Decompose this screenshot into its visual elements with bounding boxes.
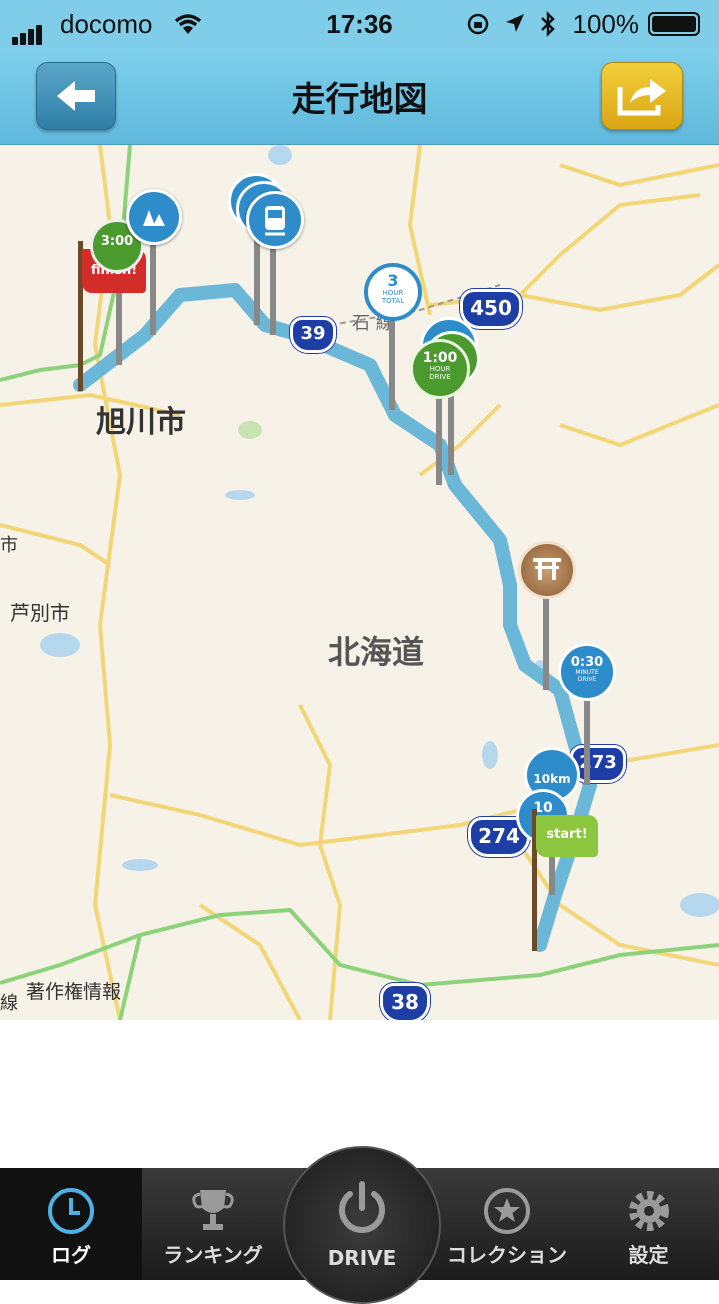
label-edge-left-2: 線 bbox=[0, 993, 18, 1014]
marker-pole bbox=[389, 315, 395, 410]
marker-3-hour-total-label: HOUR TOTAL bbox=[381, 289, 405, 305]
label-asahikawa: 旭川市 bbox=[96, 405, 186, 440]
marker-1-hour-drive[interactable]: 1:00 HOUR DRIVE bbox=[410, 339, 470, 399]
marker-1-hour-drive-label: HOUR DRIVE bbox=[429, 365, 451, 381]
marker-pole bbox=[448, 385, 454, 475]
label-copyright[interactable]: 著作権情報 bbox=[26, 977, 121, 1004]
tab-ranking-label: ランキング bbox=[163, 1243, 263, 1267]
bluetooth-icon bbox=[541, 10, 555, 38]
tab-collection[interactable]: コレクション bbox=[436, 1168, 578, 1280]
marker-sightseeing[interactable] bbox=[126, 189, 182, 245]
road-shield-450: 450 bbox=[460, 289, 522, 329]
share-arrow-icon bbox=[617, 79, 666, 116]
marker-pole bbox=[584, 695, 590, 785]
tab-log-label: ログ bbox=[51, 1243, 91, 1267]
tab-drive-label: DRIVE bbox=[327, 1246, 397, 1270]
marker-30-minute-drive-value: 0:30 bbox=[570, 655, 604, 670]
marker-pole bbox=[543, 595, 549, 690]
marker-30-minute-drive-label: MINUTE DRIVE bbox=[575, 669, 599, 683]
tab-log[interactable]: ログ bbox=[0, 1168, 142, 1280]
tab-bar: ログ ランキング DRIVE コレクション 設定 bbox=[0, 1146, 719, 1304]
tab-settings[interactable]: 設定 bbox=[578, 1168, 719, 1280]
marker-3-hour-total[interactable]: 3 HOUR TOTAL bbox=[364, 263, 422, 321]
route-map[interactable]: 450 274 38 39 273 旭川市 北海道 芦別市 著作権情報 石 線 … bbox=[0, 145, 719, 1020]
marker-30-minute-drive[interactable]: 0:30 MINUTE DRIVE bbox=[558, 643, 616, 701]
marker-10km-value: 10km bbox=[533, 772, 571, 786]
marker-bronze[interactable] bbox=[518, 541, 576, 599]
label-ashibetsu: 芦別市 bbox=[10, 601, 70, 625]
clock-icon bbox=[48, 1188, 94, 1234]
marker-pole bbox=[436, 385, 442, 485]
battery-icon bbox=[648, 12, 700, 36]
marker-train[interactable] bbox=[246, 191, 304, 249]
marker-10-value: 10 bbox=[533, 800, 553, 816]
tab-ranking[interactable]: ランキング bbox=[142, 1168, 284, 1280]
gear-icon bbox=[629, 1191, 669, 1231]
marker-pole bbox=[270, 235, 276, 335]
torii-icon bbox=[533, 558, 561, 580]
label-edge-left-1: 市 bbox=[0, 535, 18, 556]
tree-house-icon bbox=[143, 210, 165, 226]
star-icon bbox=[484, 1188, 530, 1234]
tab-settings-label: 設定 bbox=[628, 1243, 669, 1267]
battery-percentage: 100% bbox=[572, 9, 640, 39]
tab-collection-label: コレクション bbox=[447, 1243, 567, 1267]
start-flag[interactable]: start! bbox=[536, 815, 598, 857]
status-bar: docomo 17:36 100% bbox=[0, 0, 719, 48]
label-hokkaido: 北海道 bbox=[328, 633, 425, 671]
marker-pole bbox=[150, 245, 156, 335]
navigation-bar: 走行地図 bbox=[0, 48, 719, 145]
train-icon bbox=[265, 206, 285, 236]
marker-1-hour-drive-value: 1:00 bbox=[422, 350, 458, 366]
trophy-icon bbox=[192, 1190, 234, 1230]
marker-3-hour-total-value: 3 bbox=[387, 271, 399, 290]
share-button[interactable] bbox=[601, 62, 683, 130]
road-shield-39: 39 bbox=[290, 317, 336, 353]
road-shield-38: 38 bbox=[380, 983, 430, 1020]
orientation-lock-icon bbox=[467, 13, 489, 35]
power-icon bbox=[339, 1181, 385, 1233]
location-arrow-icon bbox=[506, 14, 524, 32]
drive-button[interactable]: DRIVE bbox=[283, 1146, 441, 1304]
